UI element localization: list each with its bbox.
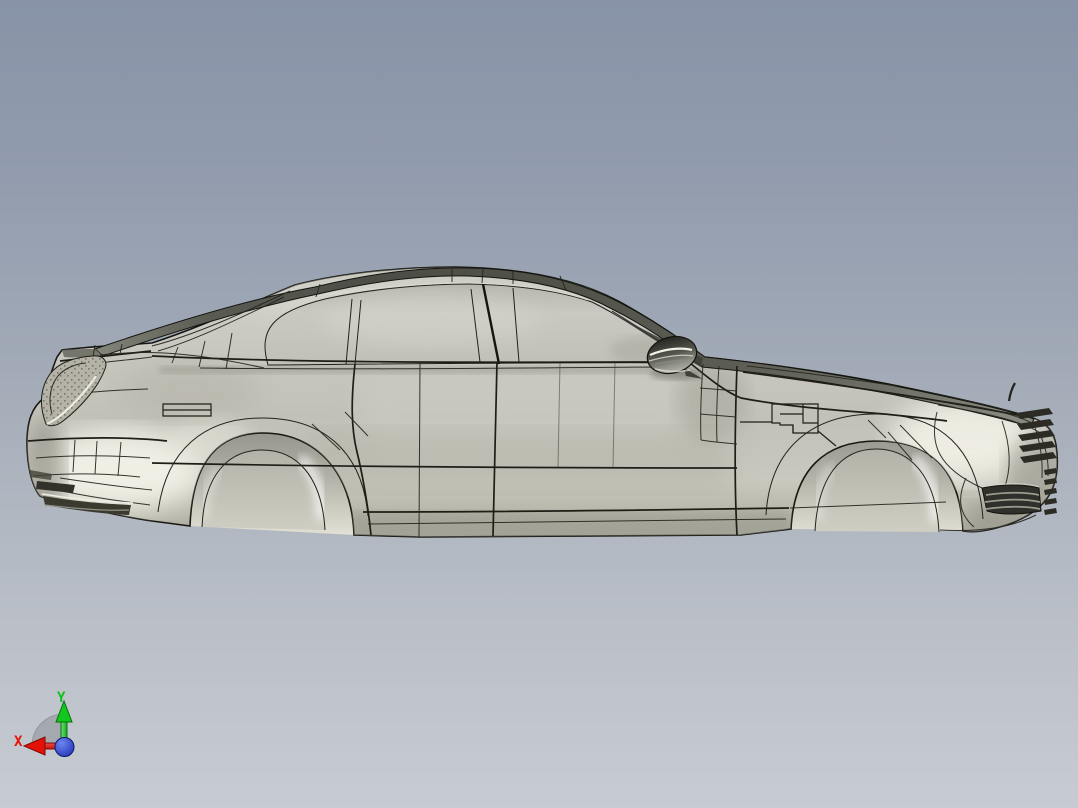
antenna bbox=[1007, 382, 1016, 402]
x-axis-label: X bbox=[14, 734, 23, 750]
car-model[interactable] bbox=[25, 266, 1065, 538]
front-bumper-intake bbox=[981, 483, 1042, 515]
y-axis-label: Y bbox=[57, 690, 66, 706]
orientation-triad: X Y bbox=[14, 690, 75, 757]
cad-canvas: X Y bbox=[14, 266, 1065, 757]
cad-viewport[interactable]: X Y bbox=[0, 0, 1078, 808]
z-axis-origin-icon bbox=[54, 737, 75, 757]
